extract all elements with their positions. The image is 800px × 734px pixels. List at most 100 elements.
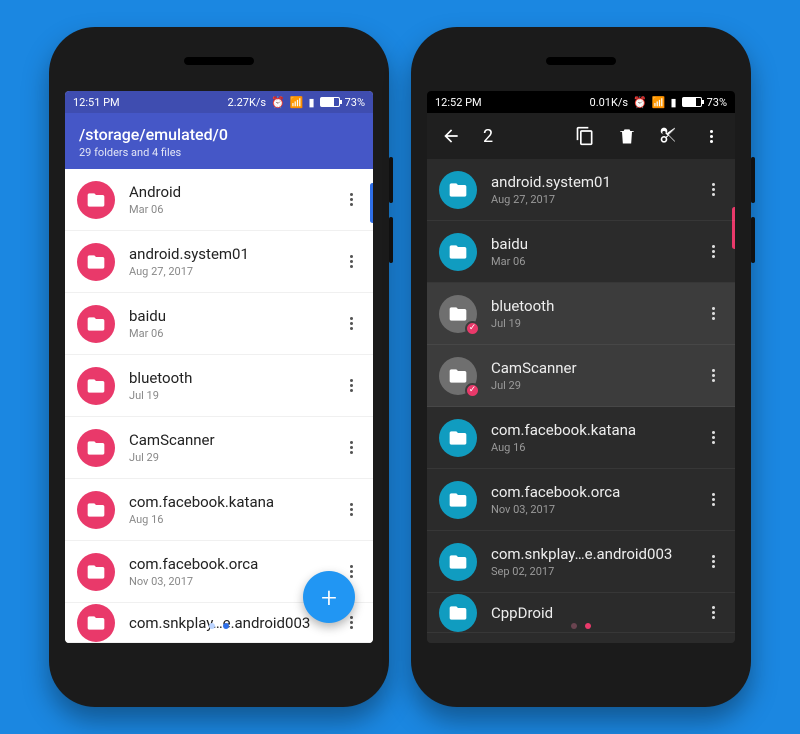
item-name: bluetooth xyxy=(491,297,699,315)
item-date: Mar 06 xyxy=(491,255,699,268)
item-date: Aug 27, 2017 xyxy=(491,193,699,206)
item-date: Jul 29 xyxy=(129,451,337,464)
selected-badge-icon: ✓ xyxy=(465,321,480,336)
item-name: com.snkplay…e.android003 xyxy=(491,545,699,563)
list-item[interactable]: ✓ bluetooth Jul 19 xyxy=(427,283,735,345)
status-battery-pct: 73% xyxy=(345,96,365,109)
folder-icon xyxy=(77,429,115,467)
item-overflow-button[interactable] xyxy=(337,180,365,220)
folder-icon xyxy=(439,171,477,209)
item-date: Jul 29 xyxy=(491,379,699,392)
page-indicator xyxy=(571,623,591,629)
item-overflow-button[interactable] xyxy=(337,304,365,344)
item-name: com.facebook.orca xyxy=(491,483,699,501)
list-item[interactable]: android.system01 Aug 27, 2017 xyxy=(65,231,373,293)
item-name: android.system01 xyxy=(491,173,699,191)
item-date: Mar 06 xyxy=(129,327,337,340)
cut-button[interactable] xyxy=(651,118,687,154)
folder-icon xyxy=(439,481,477,519)
overflow-button[interactable] xyxy=(693,118,729,154)
item-overflow-button[interactable] xyxy=(699,294,727,334)
item-date: Aug 16 xyxy=(129,513,337,526)
battery-icon xyxy=(320,97,340,107)
item-date: Jul 19 xyxy=(491,317,699,330)
delete-button[interactable] xyxy=(609,118,645,154)
list-item[interactable]: com.snkplay…e.android003 Sep 02, 2017 xyxy=(427,531,735,593)
item-name: baidu xyxy=(491,235,699,253)
wifi-icon: 📶 xyxy=(290,97,304,108)
signal-icon: ▮ xyxy=(309,97,315,108)
item-overflow-button[interactable] xyxy=(699,480,727,520)
back-button[interactable] xyxy=(433,118,469,154)
item-overflow-button[interactable] xyxy=(699,542,727,582)
folder-icon xyxy=(77,181,115,219)
list-item[interactable]: com.facebook.katana Aug 16 xyxy=(65,479,373,541)
signal-icon: ▮ xyxy=(671,97,677,108)
folder-icon xyxy=(439,543,477,581)
path-title: /storage/emulated/0 xyxy=(79,125,359,144)
item-overflow-button[interactable] xyxy=(699,356,727,396)
folder-icon xyxy=(439,233,477,271)
wifi-icon: 📶 xyxy=(652,97,666,108)
battery-icon xyxy=(682,97,702,107)
alarm-icon: ⏰ xyxy=(271,97,285,108)
item-date: Sep 02, 2017 xyxy=(491,565,699,578)
item-name: CamScanner xyxy=(491,359,699,377)
selection-app-bar: 2 xyxy=(427,113,735,159)
item-overflow-button[interactable] xyxy=(699,232,727,272)
path-subtitle: 29 folders and 4 files xyxy=(79,146,359,159)
status-time: 12:52 PM xyxy=(435,96,482,109)
item-overflow-button[interactable] xyxy=(699,593,727,633)
item-name: bluetooth xyxy=(129,369,337,387)
list-item[interactable]: CamScanner Jul 29 xyxy=(65,417,373,479)
folder-icon: ✓ xyxy=(439,357,477,395)
item-overflow-button[interactable] xyxy=(337,428,365,468)
file-list[interactable]: AndroidMar 06 android.system01 Aug 27, 20… xyxy=(65,169,373,643)
list-item[interactable]: com.facebook.orca Nov 03, 2017 xyxy=(427,469,735,531)
item-name: com.facebook.orca xyxy=(129,555,337,573)
item-name: com.facebook.katana xyxy=(491,421,699,439)
selected-badge-icon: ✓ xyxy=(465,383,480,398)
status-netspeed: 2.27K/s xyxy=(228,96,267,109)
status-time: 12:51 PM xyxy=(73,96,120,109)
item-name: CppDroid xyxy=(491,604,699,622)
list-item[interactable]: baidu Mar 06 xyxy=(65,293,373,355)
fab-add-button[interactable]: + xyxy=(303,571,355,623)
list-item[interactable]: ✓ CamScanner Jul 29 xyxy=(427,345,735,407)
folder-icon xyxy=(439,594,477,632)
item-overflow-button[interactable] xyxy=(337,366,365,406)
alarm-icon: ⏰ xyxy=(633,97,647,108)
item-date: Aug 16 xyxy=(491,441,699,454)
copy-button[interactable] xyxy=(567,118,603,154)
status-bar: 12:52 PM 0.01K/s ⏰ 📶 ▮ 73% xyxy=(427,91,735,113)
item-overflow-button[interactable] xyxy=(699,418,727,458)
phone-light: 12:51 PM 2.27K/s ⏰ 📶 ▮ 73% /storage/emul… xyxy=(49,27,389,707)
item-name: android.system01 xyxy=(129,245,337,263)
item-overflow-button[interactable] xyxy=(337,242,365,282)
phone-dark: 12:52 PM 0.01K/s ⏰ 📶 ▮ 73% 2 xyxy=(411,27,751,707)
status-netspeed: 0.01K/s xyxy=(590,96,629,109)
list-item[interactable]: AndroidMar 06 xyxy=(65,169,373,231)
folder-icon xyxy=(77,367,115,405)
list-item[interactable]: baidu Mar 06 xyxy=(427,221,735,283)
folder-icon xyxy=(77,491,115,529)
file-list[interactable]: android.system01 Aug 27, 2017 baidu Mar 06… xyxy=(427,159,735,643)
app-bar: /storage/emulated/0 29 folders and 4 fil… xyxy=(65,113,373,169)
item-overflow-button[interactable] xyxy=(337,490,365,530)
list-item[interactable]: com.facebook.katana Aug 16 xyxy=(427,407,735,469)
item-date: Nov 03, 2017 xyxy=(491,503,699,516)
folder-icon xyxy=(77,243,115,281)
item-name: CamScanner xyxy=(129,431,337,449)
list-item[interactable]: bluetoothJul 19 xyxy=(65,355,373,417)
item-name: com.snkplay…e.android003 xyxy=(129,614,337,632)
folder-icon xyxy=(439,419,477,457)
status-bar: 12:51 PM 2.27K/s ⏰ 📶 ▮ 73% xyxy=(65,91,373,113)
list-item[interactable]: android.system01 Aug 27, 2017 xyxy=(427,159,735,221)
item-date: Aug 27, 2017 xyxy=(129,265,337,278)
item-name: baidu xyxy=(129,307,337,325)
status-battery-pct: 73% xyxy=(707,96,727,109)
item-overflow-button[interactable] xyxy=(699,170,727,210)
item-name: com.facebook.katana xyxy=(129,493,337,511)
page-indicator xyxy=(209,623,229,629)
folder-icon: ✓ xyxy=(439,295,477,333)
